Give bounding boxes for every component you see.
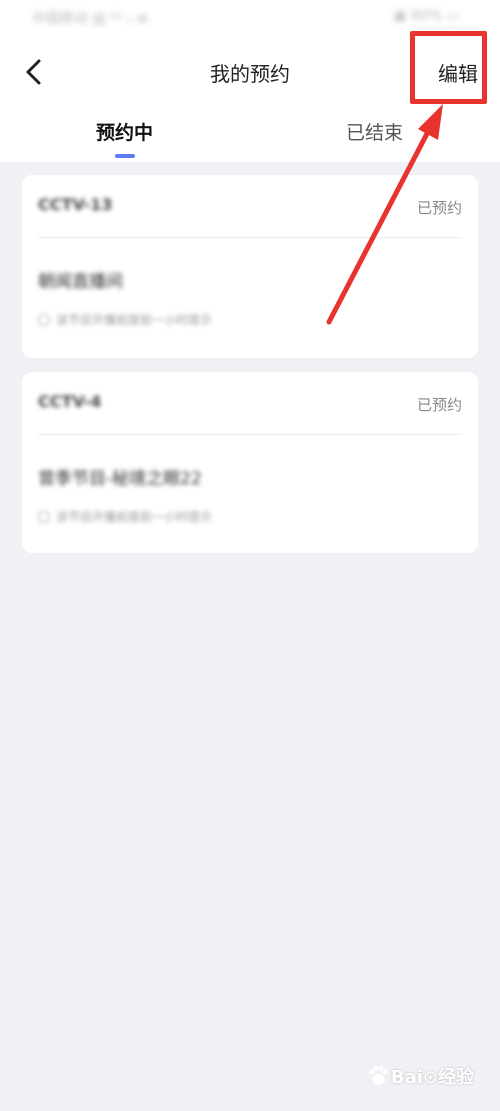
program-title: 曾季节目-秘境之眼22 — [38, 469, 202, 489]
carrier-info: 中国移动 ▨ ⁴ᴳ ᵢₗ ⊕ — [32, 11, 149, 27]
program-title: 朝闻直播间 — [38, 272, 123, 292]
tab-bar: 预约中 已结束 — [0, 104, 500, 162]
baidu-watermark: Bai⊛经验 — [367, 1063, 474, 1089]
reminder-row: 该节目开播前提前一小时提示 — [38, 311, 212, 328]
battery-info: ▣ 80% ▭ — [393, 8, 460, 24]
reservation-status: 已预约 — [416, 396, 462, 414]
clock-icon — [38, 510, 50, 523]
watermark-text: Bai⊛经验 — [390, 1067, 474, 1088]
card-header: CCTV-4 已预约 — [38, 392, 462, 422]
paw-icon — [367, 1065, 389, 1087]
reservation-card[interactable]: CCTV-13 已预约 朝闻直播间 该节目开播前提前一小时提示 — [22, 175, 478, 358]
status-bar: 中国移动 ▨ ⁴ᴳ ᵢₗ ⊕ ▣ 80% ▭ — [0, 0, 500, 42]
reminder-text: 该节目开播前提前一小时提示 — [56, 313, 213, 327]
tab-ended[interactable]: 已结束 — [346, 118, 403, 145]
edit-button[interactable]: 编辑 — [438, 58, 478, 87]
reminder-row: 该节目开播前提前一小时提示 — [38, 508, 212, 525]
tab-ongoing[interactable]: 预约中 — [96, 118, 153, 145]
channel-name: CCTV-13 — [38, 195, 113, 214]
channel-name: CCTV-4 — [38, 392, 102, 411]
card-header: CCTV-13 已预约 — [38, 195, 462, 225]
navigation-bar: 我的预约 编辑 — [0, 42, 500, 104]
page-title: 我的预约 — [210, 62, 290, 86]
reservation-status: 已预约 — [416, 199, 462, 217]
annotation-arrow — [326, 104, 443, 325]
divider — [38, 434, 462, 435]
active-tab-indicator — [115, 154, 135, 158]
reservation-card[interactable]: CCTV-4 已预约 曾季节目-秘境之眼22 该节目开播前提前一小时提示 — [22, 372, 478, 553]
clock-icon — [38, 313, 50, 326]
divider — [38, 237, 462, 238]
reminder-text: 该节目开播前提前一小时提示 — [56, 510, 213, 524]
